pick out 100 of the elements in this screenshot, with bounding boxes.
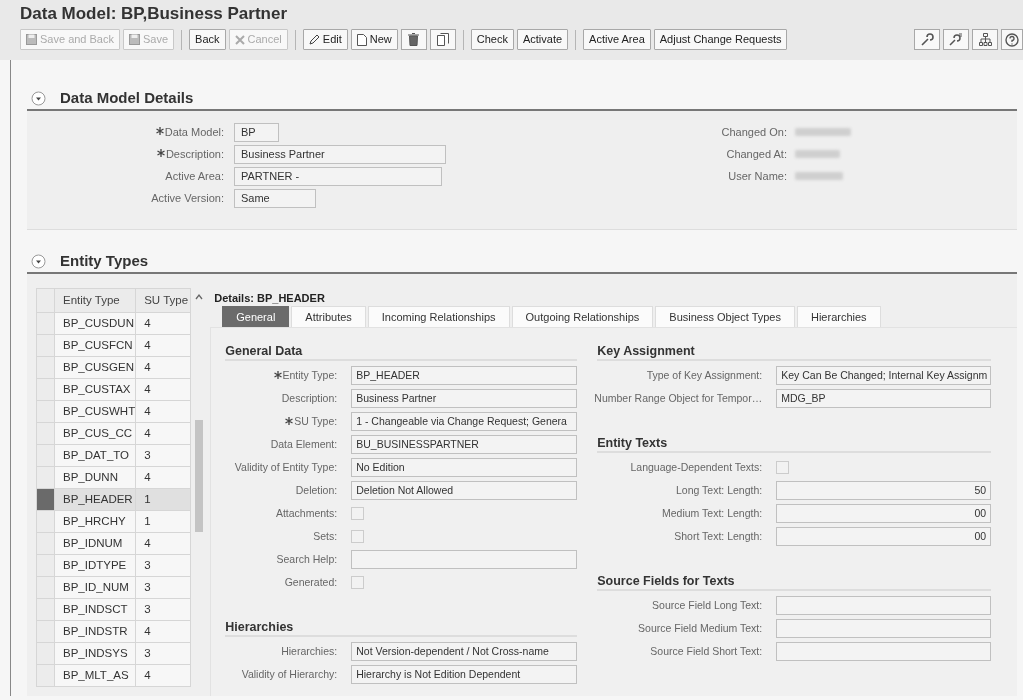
scroll-up-icon[interactable] xyxy=(194,293,205,302)
tab[interactable]: Incoming Relationships xyxy=(367,306,510,327)
field-label: Data Element: xyxy=(270,436,338,452)
input-field[interactable] xyxy=(776,642,992,661)
field-label: Medium Text: Length: xyxy=(662,505,763,521)
details-title: Details: BP_HEADER xyxy=(213,291,326,306)
input-field[interactable]: Deletion Not Allowed xyxy=(351,481,578,500)
input-field[interactable]: BP xyxy=(234,122,279,142)
help-icon xyxy=(1005,32,1019,47)
input-field[interactable]: MDG_BP xyxy=(776,389,992,408)
collapse-icon[interactable] xyxy=(31,253,46,269)
field-label: Active Version: xyxy=(151,190,224,206)
input-field[interactable]: 00 xyxy=(776,527,992,546)
help-button[interactable] xyxy=(1001,29,1023,50)
field-label: Validity of Entity Type: xyxy=(234,459,338,475)
field-label: Validity of Hierarchy: xyxy=(241,666,338,682)
input-field[interactable]: BU_BUSINESSPARTNER xyxy=(351,435,578,454)
field-label: Hierarchies: xyxy=(281,643,338,659)
field-label: Search Help: xyxy=(276,551,338,567)
section-heading: General Data xyxy=(225,342,578,361)
wrench-icon xyxy=(920,33,934,46)
active-area-button[interactable]: Active Area xyxy=(583,29,651,50)
pencil-icon xyxy=(308,34,320,45)
input-field[interactable] xyxy=(776,596,992,615)
input-field[interactable]: PARTNER - xyxy=(234,166,442,186)
trash-icon xyxy=(408,33,420,46)
tab[interactable]: Attributes xyxy=(291,306,366,327)
input-field[interactable]: Business Partner xyxy=(234,144,446,164)
checkbox[interactable] xyxy=(351,530,365,543)
field-label: Generated: xyxy=(284,574,338,590)
redacted-value xyxy=(795,128,851,136)
input-field[interactable]: 50 xyxy=(776,481,992,500)
input-field[interactable]: Not Version-dependent / Not Cross-name xyxy=(351,642,578,661)
check-button[interactable]: Check xyxy=(470,29,514,50)
field-label: Changed At: xyxy=(726,146,787,162)
input-field[interactable]: Same xyxy=(234,188,316,208)
row-selector[interactable] xyxy=(36,488,55,511)
input-field[interactable]: Key Can Be Changed; Internal Key Assignm xyxy=(776,366,992,385)
page-icon xyxy=(356,33,367,46)
section-title: Entity Types xyxy=(60,250,149,271)
section-title: Data Model Details xyxy=(60,87,194,108)
tab[interactable]: Outgoing Relationships xyxy=(511,306,654,327)
field-label: Attachments: xyxy=(275,505,338,521)
checkbox[interactable] xyxy=(351,576,365,589)
input-field[interactable]: No Edition xyxy=(351,458,578,477)
field-label: Source Field Medium Text: xyxy=(638,620,763,636)
field-label: Language-Dependent Texts: xyxy=(630,459,763,475)
input-field[interactable]: Business Partner xyxy=(351,389,578,408)
page-title: Data Model: BP,Business Partner xyxy=(20,4,289,24)
collapse-icon[interactable] xyxy=(31,90,46,106)
tab[interactable]: General xyxy=(222,306,290,327)
section-heading: Key Assignment xyxy=(597,342,992,361)
tab[interactable]: Hierarchies xyxy=(797,306,881,327)
section-heading: Entity Texts xyxy=(597,434,992,453)
input-field[interactable]: BP_HEADER xyxy=(351,366,578,385)
field-label: Description: xyxy=(281,390,338,406)
select-all-cell[interactable] xyxy=(36,288,55,313)
copy-button[interactable] xyxy=(429,29,456,50)
field-label: Number Range Object for Tempor… xyxy=(594,390,763,406)
back-button[interactable]: Back xyxy=(189,29,226,50)
save-icon xyxy=(26,34,37,45)
settings-button[interactable] xyxy=(914,29,940,50)
input-field[interactable] xyxy=(351,550,578,569)
field-label: User Name: xyxy=(728,168,787,184)
delete-button[interactable] xyxy=(400,29,427,50)
field-label: Deletion: xyxy=(295,482,338,498)
field-label: Entity Type: xyxy=(282,367,338,383)
adjust-change-requests-button[interactable]: Adjust Change Requests xyxy=(653,29,788,50)
column-header[interactable]: Entity Type xyxy=(54,288,136,313)
edit-button[interactable]: Edit xyxy=(302,29,348,50)
redacted-value xyxy=(795,150,840,158)
copy-icon xyxy=(436,33,449,46)
field-label: Source Field Long Text: xyxy=(652,597,763,613)
section-heading: Source Fields for Texts xyxy=(597,572,992,591)
new-button[interactable]: New xyxy=(350,29,398,50)
field-label: Long Text: Length: xyxy=(676,482,763,498)
input-field[interactable]: 00 xyxy=(776,504,992,523)
column-header[interactable]: SU Type xyxy=(135,288,191,313)
hierarchy-icon xyxy=(978,33,992,46)
field-label: Source Field Short Text: xyxy=(650,643,763,659)
field-label: Short Text: Length: xyxy=(674,528,763,544)
field-label: Description: xyxy=(165,146,224,162)
personalize-button[interactable] xyxy=(943,29,969,50)
scroll-thumb[interactable] xyxy=(195,420,204,532)
field-label: SU Type: xyxy=(294,413,338,429)
input-field[interactable]: 1 - Changeable via Change Request; Genera xyxy=(351,412,578,431)
input-field[interactable] xyxy=(776,619,992,638)
save-icon xyxy=(129,34,140,45)
close-icon xyxy=(234,34,245,45)
activate-button[interactable]: Activate xyxy=(516,29,569,50)
section-heading: Hierarchies xyxy=(225,618,578,637)
field-label: Type of Key Assignment: xyxy=(646,367,763,383)
tab[interactable]: Business Object Types xyxy=(655,306,795,327)
redacted-value xyxy=(795,172,843,180)
checkbox[interactable] xyxy=(776,461,790,474)
hierarchy-button[interactable] xyxy=(972,29,998,50)
wrench-icon xyxy=(949,33,963,46)
field-label: Changed On: xyxy=(721,124,787,140)
checkbox[interactable] xyxy=(351,507,365,520)
input-field[interactable]: Hierarchy is Not Edition Dependent xyxy=(351,665,578,684)
